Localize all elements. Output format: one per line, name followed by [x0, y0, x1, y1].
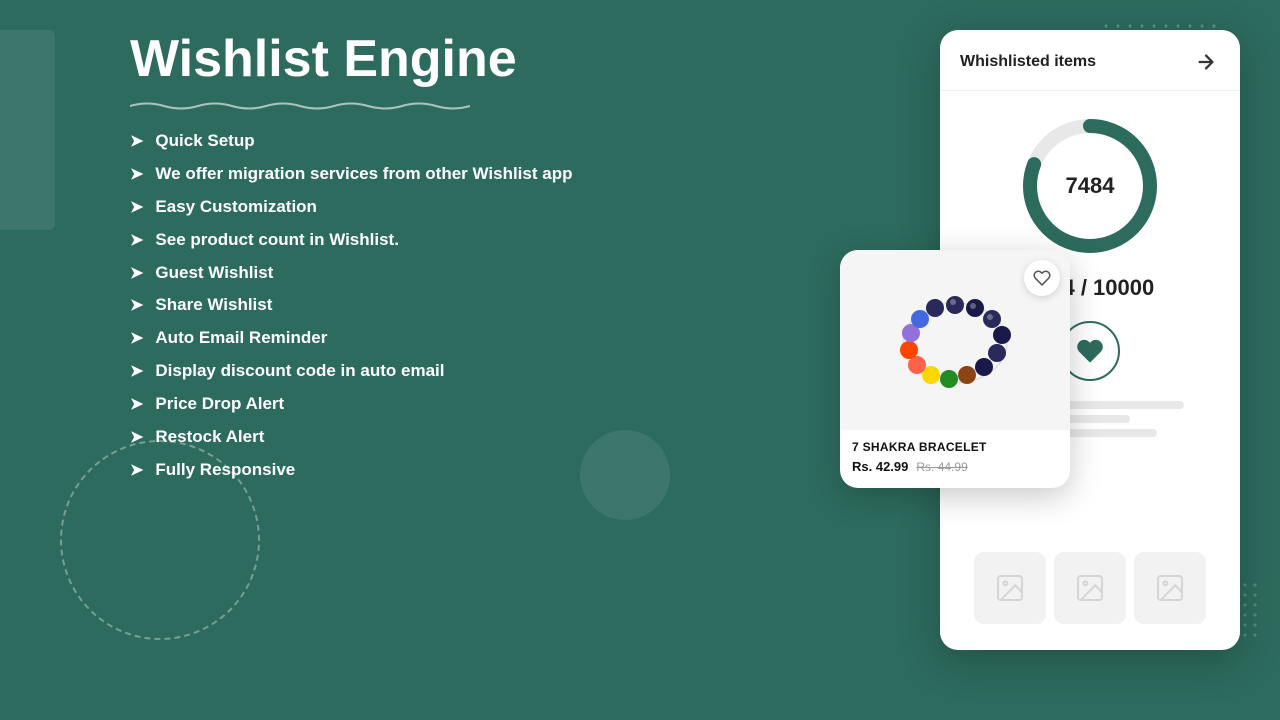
arrow-icon: ➤ — [130, 197, 143, 217]
feature-label: Guest Wishlist — [155, 262, 273, 285]
arrow-icon: ➤ — [130, 328, 143, 348]
product-card: 7 SHAKRA BRACELET Rs. 42.99 Rs. 44.99 — [840, 250, 1070, 488]
feature-label: Quick Setup — [155, 130, 254, 153]
feature-label: We offer migration services from other W… — [155, 163, 572, 186]
navigate-right-button[interactable] — [1192, 48, 1220, 76]
product-wishlist-button[interactable] — [1024, 260, 1060, 296]
donut-chart: 7484 — [1015, 111, 1165, 261]
product-image-area — [840, 250, 1070, 430]
feature-list: ➤ Quick Setup ➤ We offer migration servi… — [130, 130, 650, 482]
arrow-icon: ➤ — [130, 295, 143, 315]
feature-label: Price Drop Alert — [155, 393, 284, 416]
price-original: Rs. 44.99 — [916, 460, 967, 474]
list-item: ➤ Easy Customization — [130, 196, 650, 219]
donut-chart-area: 7484 — [940, 91, 1240, 271]
arrow-icon: ➤ — [130, 460, 143, 480]
arrow-icon: ➤ — [130, 427, 143, 447]
feature-label: Display discount code in auto email — [155, 360, 444, 383]
list-item: ➤ Restock Alert — [130, 426, 650, 449]
price-current: Rs. 42.99 — [852, 459, 908, 474]
arrow-icon: ➤ — [130, 230, 143, 250]
thumbnail-row — [940, 536, 1240, 640]
product-name: 7 SHAKRA BRACELET — [852, 440, 1058, 454]
list-item: ➤ We offer migration services from other… — [130, 163, 650, 186]
title-underline — [130, 98, 470, 104]
feature-label: Share Wishlist — [155, 294, 272, 317]
card-header: Whishlisted items — [940, 30, 1240, 91]
list-item: ➤ Guest Wishlist — [130, 262, 650, 285]
donut-count: 7484 — [1066, 173, 1115, 199]
list-item: ➤ Auto Email Reminder — [130, 327, 650, 350]
thumbnail-1 — [974, 552, 1046, 624]
arrow-icon: ➤ — [130, 263, 143, 283]
arrow-icon: ➤ — [130, 164, 143, 184]
page-title: Wishlist Engine — [130, 30, 650, 90]
product-price-row: Rs. 42.99 Rs. 44.99 — [852, 459, 1058, 474]
card-title: Whishlisted items — [960, 53, 1096, 71]
arrow-icon: ➤ — [130, 361, 143, 381]
list-item: ➤ Fully Responsive — [130, 459, 650, 482]
thumbnail-3 — [1134, 552, 1206, 624]
list-item: ➤ Quick Setup — [130, 130, 650, 153]
list-item: ➤ Price Drop Alert — [130, 393, 650, 416]
left-rectangle — [0, 30, 55, 230]
list-item: ➤ Display discount code in auto email — [130, 360, 650, 383]
feature-label: Restock Alert — [155, 426, 264, 449]
feature-label: Easy Customization — [155, 196, 317, 219]
list-item: ➤ Share Wishlist — [130, 294, 650, 317]
feature-label: Auto Email Reminder — [155, 327, 327, 350]
product-info: 7 SHAKRA BRACELET Rs. 42.99 Rs. 44.99 — [840, 430, 1070, 488]
list-item: ➤ See product count in Wishlist. — [130, 229, 650, 252]
thumbnail-2 — [1054, 552, 1126, 624]
right-section: Whishlisted items 7484 7484 / 10000 — [840, 30, 1240, 690]
arrow-icon: ➤ — [130, 394, 143, 414]
feature-label: Fully Responsive — [155, 459, 295, 482]
feature-label: See product count in Wishlist. — [155, 229, 399, 252]
left-section: Wishlist Engine ➤ Quick Setup ➤ We offer… — [130, 30, 650, 482]
arrow-icon: ➤ — [130, 131, 143, 151]
product-image — [885, 275, 1025, 405]
